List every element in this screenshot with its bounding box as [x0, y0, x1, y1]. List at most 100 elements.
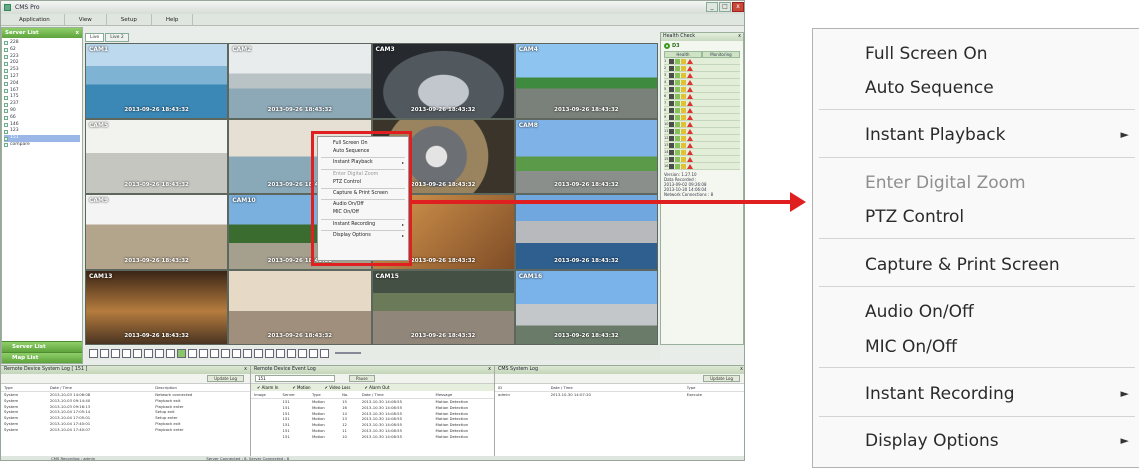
small-menu-item[interactable]: Enter Digital Zoom — [318, 171, 408, 179]
layout-button[interactable] — [166, 348, 175, 358]
layout-button[interactable] — [254, 348, 263, 358]
layout-button[interactable] — [122, 348, 131, 358]
cms-update-log-button[interactable]: Update Log — [703, 375, 740, 382]
volume-slider[interactable] — [335, 352, 361, 354]
camera-tile[interactable]: 2013-09-26 18:43:32 — [515, 195, 657, 269]
health-close-icon[interactable]: x — [738, 33, 741, 41]
layout-button[interactable] — [287, 348, 296, 358]
table-row[interactable]: System 2013-10-04 17:40:07 Playback enter — [1, 427, 250, 433]
menu-instant-playback[interactable]: Instant Playback ► — [865, 123, 1135, 147]
tab-live-2[interactable]: Live 2 — [105, 33, 129, 42]
layout-button[interactable] — [188, 348, 197, 358]
menu-full-screen-on[interactable]: Full Screen On — [865, 42, 1135, 66]
small-menu-item[interactable]: Audio On/Off — [318, 201, 408, 209]
server-tree-item[interactable]: 253 — [4, 67, 80, 74]
layout-button[interactable] — [309, 348, 318, 358]
table-row[interactable]: admin 2013-10-30 14:07:20 Execute — [495, 392, 744, 398]
menu-view[interactable]: View — [65, 14, 107, 25]
small-menu-item[interactable]: MIC On/Off — [318, 209, 408, 217]
menu-instant-recording[interactable]: Instant Recording ► — [865, 382, 1135, 406]
layout-button[interactable] — [243, 348, 252, 358]
layout-button[interactable] — [232, 348, 241, 358]
small-menu-item[interactable]: Capture & Print Screen — [318, 190, 408, 198]
server-tree-item[interactable]: 151 — [4, 135, 80, 142]
table-row[interactable]: 151 Motion 11 2013-10-30 14:08:55 Motion Det… — [251, 428, 494, 434]
event-filter-checkbox[interactable]: ✔ Video Loss — [325, 384, 351, 391]
table-row[interactable]: 151 Motion 16 2013-10-30 14:08:55 Motion Det… — [251, 405, 494, 411]
menu-instant-recording-label: Instant Recording — [865, 384, 1015, 404]
server-tree-item[interactable]: compare — [4, 142, 80, 149]
maximize-button[interactable]: □ — [719, 2, 731, 12]
small-menu-item[interactable]: Instant Playback — [318, 159, 408, 167]
small-menu-item[interactable]: PTZ Control — [318, 179, 408, 187]
menu-help[interactable]: Help — [152, 14, 194, 25]
event-server-select[interactable]: 151 — [255, 375, 335, 382]
server-tree-item[interactable]: 237 — [4, 101, 80, 108]
camera-tile[interactable]: CAM2 2013-09-26 18:43:32 — [229, 44, 371, 118]
server-tree-item[interactable]: 204 — [4, 81, 80, 88]
camera-tile[interactable]: 2013-09-26 18:43:32 — [229, 270, 371, 344]
layout-button[interactable] — [210, 348, 219, 358]
table-row[interactable]: 151 Motion 10 2013-10-30 14:08:55 Motion Det… — [251, 434, 494, 440]
small-menu-item[interactable]: Auto Sequence — [318, 148, 408, 156]
server-icon — [4, 109, 8, 114]
layout-button[interactable] — [144, 348, 153, 358]
map-list-button[interactable]: Map List — [2, 352, 82, 363]
camera-tile[interactable]: CAM16 2013-09-26 18:43:32 — [515, 270, 657, 344]
update-log-button[interactable]: Update Log — [207, 375, 244, 382]
menu-auto-sequence[interactable]: Auto Sequence — [865, 76, 1135, 100]
server-list-button[interactable]: Server List — [2, 341, 82, 352]
health-status-icon — [681, 65, 686, 71]
event-filter-checkbox[interactable]: ✔ Alarm Out — [364, 384, 389, 391]
menu-mic-on-off[interactable]: MIC On/Off — [865, 335, 1135, 359]
event-filter-checkbox[interactable]: ✔ Motion — [292, 384, 310, 391]
layout-button[interactable] — [133, 348, 142, 358]
layout-button[interactable] — [298, 348, 307, 358]
camera-tile[interactable]: CAM8 2013-09-26 18:43:32 — [515, 119, 657, 193]
camera-tile[interactable]: CAM3 2013-09-26 18:43:32 — [372, 44, 514, 118]
layout-button[interactable] — [199, 348, 208, 358]
menu-application[interactable]: Application — [5, 14, 65, 25]
menu-audio-on-off[interactable]: Audio On/Off — [865, 300, 1135, 324]
camera-tile[interactable]: CAM1 2013-09-26 18:43:32 — [86, 44, 228, 118]
layout-button[interactable] — [221, 348, 230, 358]
layout-button[interactable] — [320, 348, 329, 358]
layout-button[interactable] — [265, 348, 274, 358]
minimize-button[interactable]: _ — [706, 2, 718, 12]
menu-ptz-control[interactable]: PTZ Control — [865, 205, 1135, 229]
close-button[interactable]: x — [732, 2, 744, 12]
server-tree-item[interactable]: 127 — [4, 74, 80, 81]
server-list-close-icon[interactable]: x — [75, 28, 79, 38]
camera-tile[interactable]: CAM5 2013-09-26 18:43:32 — [86, 119, 228, 193]
layout-button[interactable] — [100, 348, 109, 358]
cms-log-close-icon[interactable]: x — [740, 366, 743, 374]
table-row[interactable]: 151 Motion 15 2013-10-30 14:08:55 Motion Det… — [251, 399, 494, 405]
small-menu-item[interactable]: Display Options — [318, 232, 408, 240]
menu-setup[interactable]: Setup — [107, 14, 152, 25]
camera-tile[interactable]: CAM9 2013-09-26 18:43:32 — [86, 195, 228, 269]
menu-enter-digital-zoom[interactable]: Enter Digital Zoom — [865, 171, 1135, 195]
small-menu-item[interactable]: Full Screen On — [318, 140, 408, 148]
layout-button[interactable] — [177, 348, 186, 358]
pause-button[interactable]: Pause — [349, 375, 375, 382]
server-tree-item[interactable]: 62 — [4, 47, 80, 54]
layout-button[interactable] — [276, 348, 285, 358]
small-menu-item[interactable]: Instant Recording — [318, 221, 408, 229]
camera-tile[interactable]: CAM15 2013-09-26 18:43:32 — [372, 270, 514, 344]
menu-display-options[interactable]: Display Options ► — [865, 429, 1135, 453]
device-event-log: Remote Device Event Log x 151 Pause ✔ Ala… — [251, 366, 495, 460]
device-log-close-icon[interactable]: x — [244, 366, 247, 374]
tab-live[interactable]: Live — [85, 33, 105, 42]
event-filter-checkbox[interactable]: ✔ Alarm In — [257, 384, 278, 391]
event-log-close-icon[interactable]: x — [488, 366, 491, 374]
table-header: Description — [152, 384, 250, 392]
server-tree-item[interactable]: 228 — [4, 40, 80, 47]
server-tree-item[interactable]: 66 — [4, 115, 80, 122]
server-tree-item[interactable]: 90 — [4, 108, 80, 115]
layout-button[interactable] — [111, 348, 120, 358]
camera-tile[interactable]: CAM4 2013-09-26 18:43:32 — [515, 44, 657, 118]
layout-button[interactable] — [155, 348, 164, 358]
layout-button[interactable] — [89, 348, 98, 358]
menu-capture-print[interactable]: Capture & Print Screen — [865, 253, 1135, 277]
camera-tile[interactable]: CAM13 2013-09-26 18:43:32 — [86, 270, 228, 344]
